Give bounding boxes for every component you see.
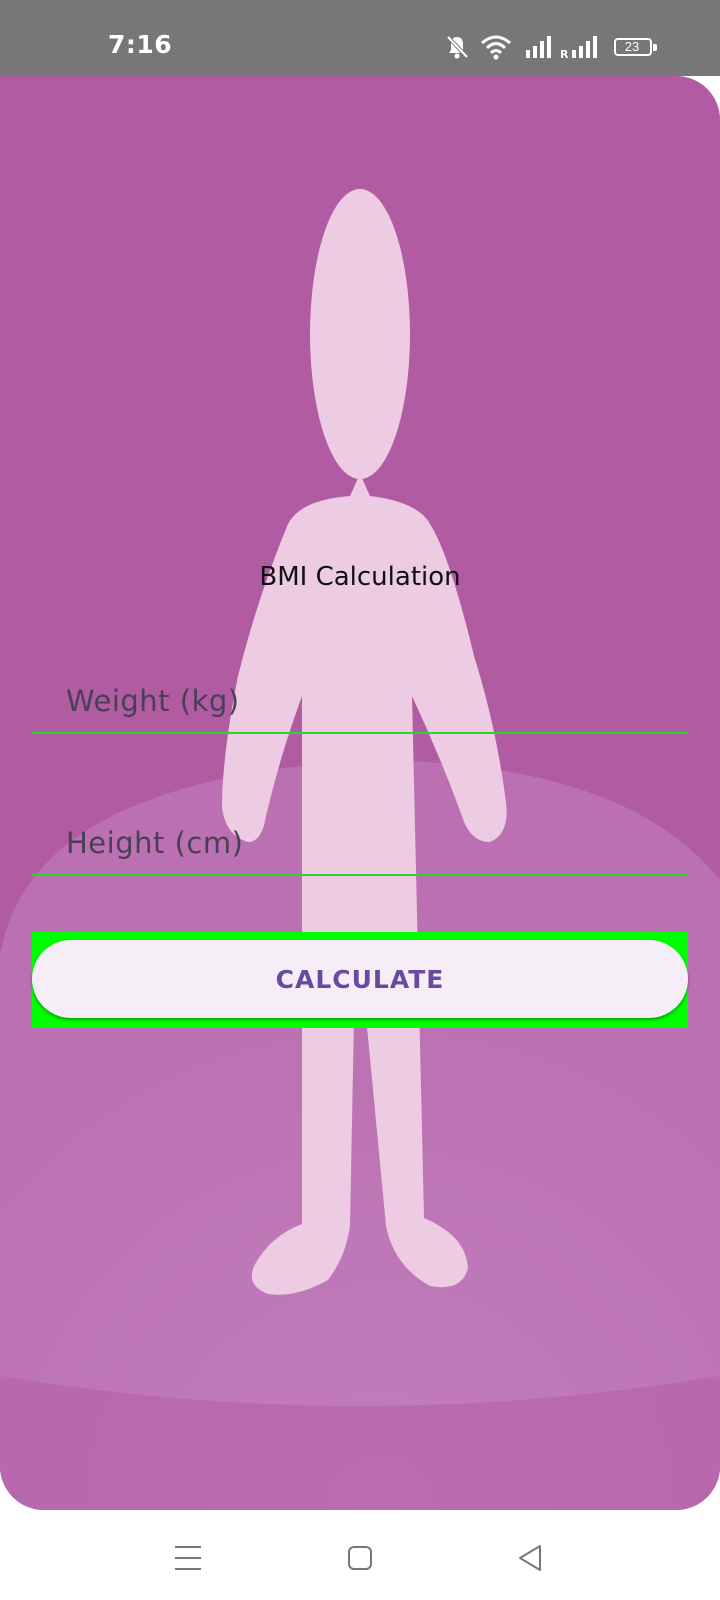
battery-tip xyxy=(653,44,657,51)
svg-text:R: R xyxy=(560,48,569,60)
back-icon[interactable] xyxy=(510,1538,550,1578)
height-input[interactable] xyxy=(64,822,668,864)
wifi-icon xyxy=(481,35,511,60)
height-field[interactable] xyxy=(32,788,688,876)
bmi-screen: BMI Calculation CALCULATE xyxy=(0,76,720,1510)
weight-field[interactable] xyxy=(32,646,688,734)
calculate-button[interactable]: CALCULATE xyxy=(32,940,688,1018)
calculate-button-highlight: CALCULATE xyxy=(32,932,688,1028)
bell-off-icon xyxy=(446,35,469,59)
status-bar: 7:16 R 23 xyxy=(0,0,720,76)
weight-input[interactable] xyxy=(64,680,668,722)
menu-icon[interactable] xyxy=(168,1538,208,1578)
status-time: 7:16 xyxy=(108,30,173,59)
battery-level: 23 xyxy=(624,39,640,54)
page-title: BMI Calculation xyxy=(259,562,461,592)
navigation-bar xyxy=(0,1510,720,1600)
signal-icon xyxy=(526,36,551,58)
home-icon[interactable] xyxy=(340,1538,380,1578)
roaming-signal-icon: R xyxy=(560,36,597,60)
